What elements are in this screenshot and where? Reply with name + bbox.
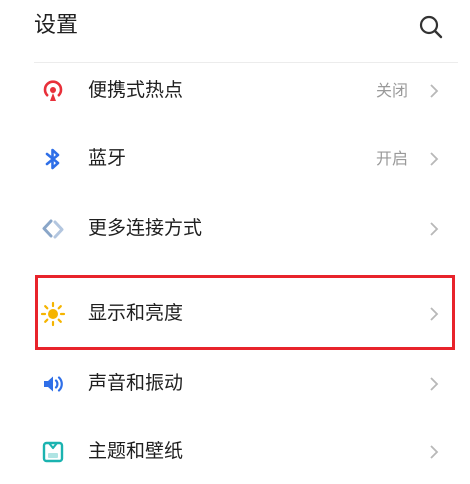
brightness-icon xyxy=(40,301,66,327)
status-text: 关闭 xyxy=(375,81,408,100)
chevron-right-icon xyxy=(430,222,439,236)
chevron-right-icon xyxy=(430,152,439,166)
settings-item-hotspot[interactable]: 便携式热点 关闭 xyxy=(0,57,470,123)
chevron-right-icon xyxy=(430,84,439,98)
settings-item-display-brightness[interactable]: 显示和亮度 xyxy=(0,280,470,346)
status-text: 开启 xyxy=(375,149,408,168)
theme-icon xyxy=(42,441,64,463)
settings-item-sound-vibration[interactable]: 声音和振动 xyxy=(0,350,470,416)
chevron-right-icon xyxy=(430,377,439,391)
settings-item-theme-wallpaper[interactable]: 主题和壁纸 xyxy=(0,418,470,484)
settings-item-label: 显示和亮度 xyxy=(88,302,184,324)
hotspot-icon xyxy=(43,80,63,101)
settings-item-label: 更多连接方式 xyxy=(88,217,203,239)
bluetooth-icon xyxy=(45,148,60,170)
sound-icon xyxy=(44,376,63,392)
settings-item-label: 便携式热点 xyxy=(88,79,184,101)
settings-item-more-connections[interactable]: 更多连接方式 xyxy=(0,195,470,261)
settings-item-label: 蓝牙 xyxy=(88,147,127,169)
settings-item-label: 声音和振动 xyxy=(88,372,184,394)
settings-list: 便携式热点 关闭 蓝牙 开启 更多连接方式 显示和亮度 声音和振动 主题和壁纸 xyxy=(0,0,470,470)
settings-item-bluetooth[interactable]: 蓝牙 开启 xyxy=(0,125,470,191)
settings-item-label: 主题和壁纸 xyxy=(88,440,184,462)
connections-icon xyxy=(42,219,64,239)
chevron-right-icon xyxy=(430,307,439,321)
chevron-right-icon xyxy=(430,445,439,459)
